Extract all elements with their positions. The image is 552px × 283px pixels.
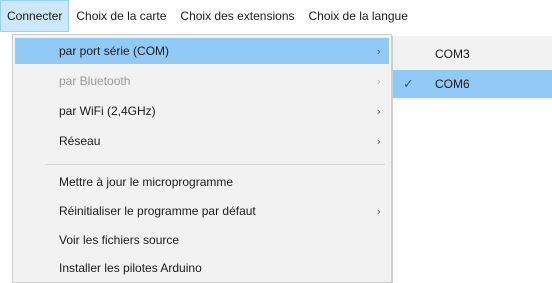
chevron-right-icon: › bbox=[376, 104, 381, 118]
menu-item-reset-default[interactable]: Réinitialiser le programme par défaut › bbox=[15, 198, 389, 224]
chevron-right-icon: › bbox=[376, 204, 381, 218]
menu-item-view-source[interactable]: Voir les fichiers source bbox=[15, 227, 389, 253]
menu-item-label: Réinitialiser le programme par défaut bbox=[59, 204, 256, 218]
menu-choix-carte[interactable]: Choix de la carte bbox=[69, 0, 173, 32]
menu-item-wifi[interactable]: par WiFi (2,4GHz) › bbox=[15, 98, 389, 124]
menu-connecter[interactable]: Connecter bbox=[0, 0, 70, 32]
chevron-right-icon: › bbox=[376, 74, 381, 88]
menu-item-serial-port[interactable]: par port série (COM) › bbox=[15, 38, 389, 64]
menu-item-update-firmware[interactable]: Mettre à jour le microprogramme bbox=[15, 169, 389, 195]
submenu-item-label: COM3 bbox=[435, 47, 470, 61]
menu-bar: Connecter Choix de la carte Choix des ex… bbox=[0, 0, 552, 32]
menu-item-label: Réseau bbox=[59, 134, 101, 148]
checkmark-icon: ✓ bbox=[403, 76, 414, 92]
menu-item-label: Installer les pilotes Arduino bbox=[59, 261, 202, 275]
menu-choix-extensions[interactable]: Choix des extensions bbox=[173, 0, 301, 32]
submenu-item-label: COM6 bbox=[435, 77, 470, 91]
menu-item-label: Mettre à jour le microprogramme bbox=[59, 175, 234, 189]
chevron-right-icon: › bbox=[376, 44, 381, 58]
menu-item-label: Voir les fichiers source bbox=[59, 233, 180, 247]
chevron-right-icon: › bbox=[376, 134, 381, 148]
menu-item-install-drivers[interactable]: Installer les pilotes Arduino bbox=[15, 255, 389, 281]
menu-item-network[interactable]: Réseau › bbox=[15, 128, 389, 154]
com-port-submenu: COM3 ✓ COM6 bbox=[392, 36, 552, 283]
menu-item-label: par Bluetooth bbox=[59, 74, 131, 88]
menu-separator bbox=[45, 164, 385, 165]
menu-choix-langue[interactable]: Choix de la langue bbox=[302, 0, 415, 32]
menu-item-label: par WiFi (2,4GHz) bbox=[59, 104, 156, 118]
menu-item-label: par port série (COM) bbox=[59, 44, 170, 58]
submenu-item-com6[interactable]: ✓ COM6 bbox=[393, 70, 552, 98]
menu-item-bluetooth[interactable]: par Bluetooth › bbox=[15, 68, 389, 94]
submenu-item-com3[interactable]: COM3 bbox=[393, 40, 552, 68]
connect-dropdown-menu: par port série (COM) › par Bluetooth › p… bbox=[12, 34, 392, 283]
